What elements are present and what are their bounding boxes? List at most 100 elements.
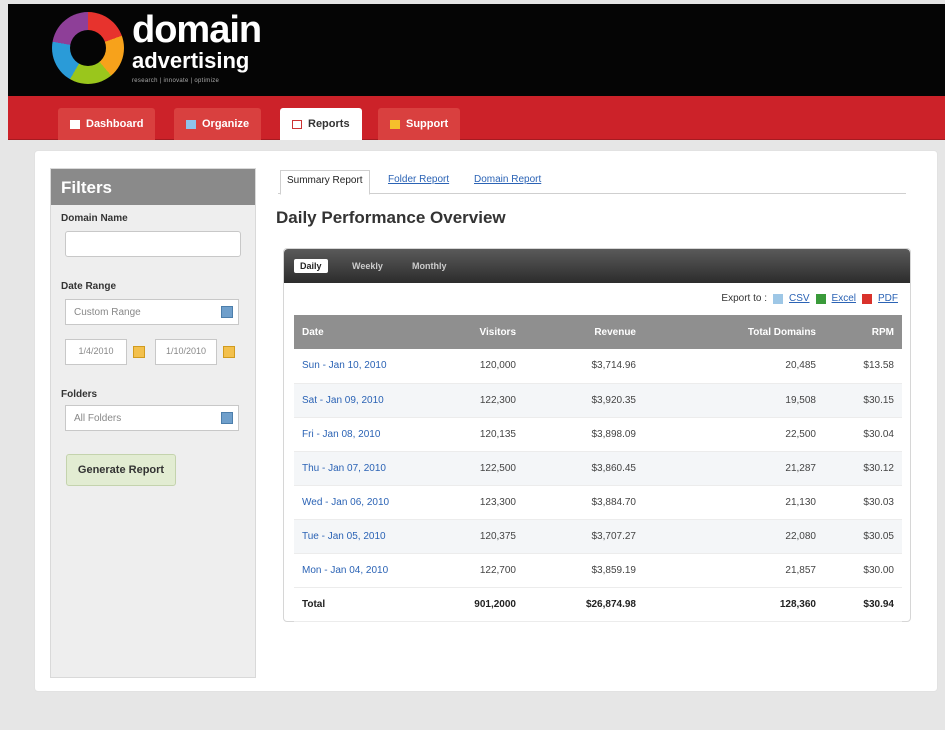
row-rpm: $30.12 bbox=[824, 451, 902, 486]
row-visitors: 120,135 bbox=[444, 417, 524, 452]
table-row: Sun - Jan 10, 2010 120,000 $3,714.96 20,… bbox=[294, 349, 902, 384]
row-revenue: $3,859.19 bbox=[524, 553, 644, 588]
export-excel-link[interactable]: Excel bbox=[832, 293, 856, 304]
row-rpm: $30.00 bbox=[824, 553, 902, 588]
row-total-domains: 21,287 bbox=[644, 451, 824, 486]
nav-tab-label: Reports bbox=[308, 118, 350, 130]
row-rpm: $13.58 bbox=[824, 349, 902, 384]
row-revenue: $3,884.70 bbox=[524, 485, 644, 520]
dropdown-arrow-icon bbox=[221, 306, 233, 318]
folder-icon bbox=[70, 119, 80, 129]
row-revenue: $3,920.35 bbox=[524, 383, 644, 418]
brand-tagline: research | innovate | optimize bbox=[132, 78, 220, 84]
reports-icon bbox=[292, 119, 302, 129]
row-total-domains: 22,500 bbox=[644, 417, 824, 452]
row-date-link[interactable]: Fri - Jan 08, 2010 bbox=[294, 417, 444, 452]
row-date-link[interactable]: Wed - Jan 06, 2010 bbox=[294, 485, 444, 520]
excel-icon bbox=[815, 293, 826, 304]
table-total-row: Total 901,2000 $26,874.98 128,360 $30.94 bbox=[294, 587, 902, 622]
row-total-domains: 21,130 bbox=[644, 485, 824, 520]
tab-daily[interactable]: Daily bbox=[294, 259, 328, 273]
report-container: Daily Weekly Monthly Export to : CSV Exc… bbox=[283, 248, 911, 622]
row-visitors: 122,300 bbox=[444, 383, 524, 418]
row-total-domains: 21,857 bbox=[644, 553, 824, 588]
total-label: Total bbox=[294, 587, 444, 622]
row-revenue: $3,860.45 bbox=[524, 451, 644, 486]
tab-domain-report[interactable]: Domain Report bbox=[468, 170, 547, 189]
nav-tab-label: Support bbox=[406, 118, 449, 130]
nav-tab-reports[interactable]: Reports bbox=[280, 108, 362, 140]
report-type-tabs: Summary Report Folder Report Domain Repo… bbox=[278, 170, 906, 195]
row-date-link[interactable]: Mon - Jan 04, 2010 bbox=[294, 553, 444, 588]
period-tabs-bar: Daily Weekly Monthly bbox=[284, 249, 910, 283]
row-visitors: 120,000 bbox=[444, 349, 524, 384]
nav-tab-label: Dashboard bbox=[86, 118, 144, 130]
filters-title: Filters bbox=[51, 169, 255, 205]
calendar-from-icon[interactable] bbox=[133, 346, 145, 358]
date-range-value: Custom Range bbox=[74, 307, 141, 318]
col-header-rpm[interactable]: RPM bbox=[824, 315, 902, 349]
row-total-domains: 20,485 bbox=[644, 349, 824, 384]
organize-icon bbox=[186, 119, 196, 129]
row-visitors: 122,700 bbox=[444, 553, 524, 588]
col-header-revenue[interactable]: Revenue bbox=[524, 315, 644, 349]
calendar-to-icon[interactable] bbox=[223, 346, 235, 358]
tab-weekly[interactable]: Weekly bbox=[346, 259, 389, 273]
tab-folder-report[interactable]: Folder Report bbox=[382, 170, 455, 189]
dropdown-arrow-icon bbox=[221, 412, 233, 424]
row-date-link[interactable]: Sun - Jan 10, 2010 bbox=[294, 349, 444, 384]
total-visitors: 901,2000 bbox=[444, 587, 524, 622]
support-icon bbox=[390, 119, 400, 129]
row-rpm: $30.03 bbox=[824, 485, 902, 520]
generate-report-button[interactable]: Generate Report bbox=[66, 454, 176, 486]
export-bar: Export to : CSV Excel PDF bbox=[721, 293, 898, 304]
table-row: Mon - Jan 04, 2010 122,700 $3,859.19 21,… bbox=[294, 553, 902, 588]
brand-name-line2: advertising bbox=[132, 48, 250, 73]
row-total-domains: 22,080 bbox=[644, 519, 824, 554]
table-row: Wed - Jan 06, 2010 123,300 $3,884.70 21,… bbox=[294, 485, 902, 520]
table-row: Tue - Jan 05, 2010 120,375 $3,707.27 22,… bbox=[294, 519, 902, 554]
tab-summary-report[interactable]: Summary Report bbox=[280, 170, 370, 195]
date-from-input[interactable]: 1/4/2010 bbox=[65, 339, 127, 365]
row-date-link[interactable]: Sat - Jan 09, 2010 bbox=[294, 383, 444, 418]
row-date-link[interactable]: Tue - Jan 05, 2010 bbox=[294, 519, 444, 554]
table-row: Sat - Jan 09, 2010 122,300 $3,920.35 19,… bbox=[294, 383, 902, 418]
nav-tab-dashboard[interactable]: Dashboard bbox=[58, 108, 156, 140]
col-header-date[interactable]: Date bbox=[294, 315, 444, 349]
brand-name-line1: domain bbox=[132, 9, 262, 51]
nav-tab-label: Organize bbox=[202, 118, 250, 130]
table-header-row: Date Visitors Revenue Total Domains RPM bbox=[294, 315, 902, 349]
row-revenue: $3,898.09 bbox=[524, 417, 644, 452]
table-row: Fri - Jan 08, 2010 120,135 $3,898.09 22,… bbox=[294, 417, 902, 452]
date-range-select[interactable]: Custom Range bbox=[65, 299, 239, 325]
table-row: Thu - Jan 07, 2010 122,500 $3,860.45 21,… bbox=[294, 451, 902, 486]
domain-name-input[interactable] bbox=[65, 231, 241, 257]
nav-tab-organize[interactable]: Organize bbox=[174, 108, 262, 140]
date-range-label: Date Range bbox=[61, 281, 117, 292]
folders-label: Folders bbox=[61, 389, 98, 400]
row-visitors: 120,375 bbox=[444, 519, 524, 554]
row-revenue: $3,714.96 bbox=[524, 349, 644, 384]
col-header-visitors[interactable]: Visitors bbox=[444, 315, 524, 349]
nav-tab-support[interactable]: Support bbox=[378, 108, 461, 140]
row-rpm: $30.05 bbox=[824, 519, 902, 554]
total-revenue: $26,874.98 bbox=[524, 587, 644, 622]
folders-select[interactable]: All Folders bbox=[65, 405, 239, 431]
brand-logo[interactable]: domain advertising research | innovate |… bbox=[52, 9, 262, 84]
performance-table: Date Visitors Revenue Total Domains RPM … bbox=[294, 315, 902, 622]
domain-name-label: Domain Name bbox=[61, 213, 128, 224]
col-header-total-domains[interactable]: Total Domains bbox=[644, 315, 824, 349]
main-nav: Dashboard Organize Reports Support bbox=[8, 96, 945, 140]
tab-monthly[interactable]: Monthly bbox=[406, 259, 453, 273]
total-rpm: $30.94 bbox=[824, 587, 902, 622]
export-pdf-link[interactable]: PDF bbox=[878, 293, 898, 304]
filters-sidebar: Filters Domain Name Date Range Custom Ra… bbox=[50, 168, 256, 678]
top-header: domain advertising research | innovate |… bbox=[8, 4, 945, 96]
row-date-link[interactable]: Thu - Jan 07, 2010 bbox=[294, 451, 444, 486]
page-title: Daily Performance Overview bbox=[276, 208, 506, 227]
row-visitors: 123,300 bbox=[444, 485, 524, 520]
row-rpm: $30.15 bbox=[824, 383, 902, 418]
date-to-input[interactable]: 1/10/2010 bbox=[155, 339, 217, 365]
logo-ring-icon bbox=[52, 12, 124, 84]
export-csv-link[interactable]: CSV bbox=[789, 293, 810, 304]
